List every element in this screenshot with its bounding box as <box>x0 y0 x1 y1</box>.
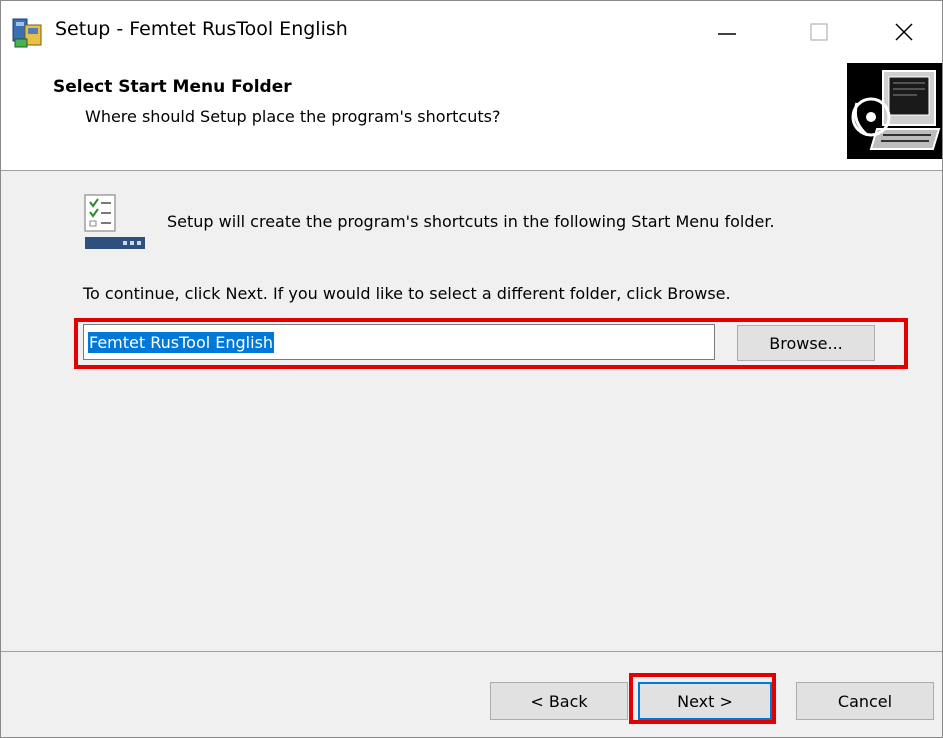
wizard-header: Select Start Menu Folder Where should Se… <box>1 63 942 171</box>
minimize-button[interactable] <box>681 1 773 63</box>
folder-input-value[interactable]: Femtet RusTool English <box>88 331 275 353</box>
browse-button[interactable]: Browse... <box>737 325 875 361</box>
back-button[interactable]: < Back <box>490 682 628 720</box>
start-menu-folder-icon <box>84 194 145 249</box>
cancel-button[interactable]: Cancel <box>796 682 934 720</box>
close-button[interactable] <box>865 1 942 63</box>
intro-text: Setup will create the program's shortcut… <box>167 212 775 231</box>
page-subtitle: Where should Setup place the program's s… <box>85 107 501 126</box>
install-computer-icon <box>847 63 942 159</box>
setup-window: Setup - Femtet RusTool English Select St… <box>0 0 943 738</box>
instruction-text: To continue, click Next. If you would li… <box>83 284 731 303</box>
start-menu-folder-input[interactable]: Femtet RusTool English <box>83 324 715 360</box>
minimize-icon <box>718 33 736 35</box>
footer-divider <box>1 651 942 652</box>
page-title: Select Start Menu Folder <box>53 77 292 97</box>
window-title: Setup - Femtet RusTool English <box>55 18 348 40</box>
maximize-icon <box>810 23 828 41</box>
maximize-button[interactable] <box>773 1 865 63</box>
close-icon <box>894 23 913 41</box>
next-button[interactable]: Next > <box>638 682 772 720</box>
title-bar[interactable]: Setup - Femtet RusTool English <box>1 1 942 63</box>
setup-app-icon <box>12 18 42 48</box>
